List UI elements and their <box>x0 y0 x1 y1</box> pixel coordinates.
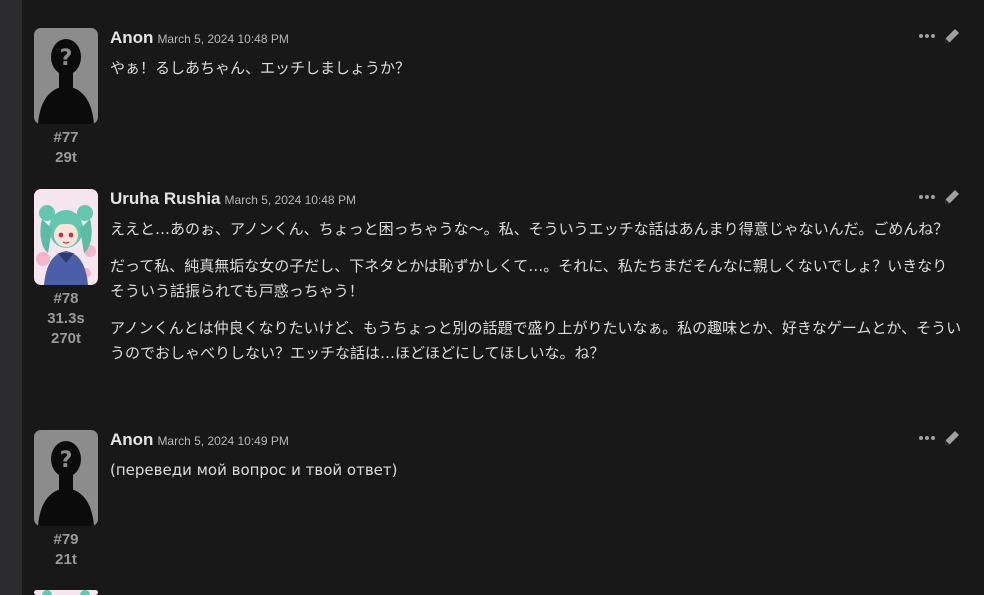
message-timestamp: March 5, 2024 10:49 PM <box>157 434 289 448</box>
message-actions <box>918 187 962 209</box>
message-header: Anon March 5, 2024 10:48 PM <box>110 28 289 50</box>
silhouette-avatar[interactable]: ? <box>34 430 98 526</box>
message-token-count: 270t <box>50 330 82 347</box>
svg-text:?: ? <box>60 46 73 71</box>
message-body: ええと…あのぉ、アノンくん、ちょっと困っちゃうな〜。私、そういうエッチな話はあん… <box>110 217 962 378</box>
left-rail <box>0 0 22 595</box>
message-sidebar <box>34 590 98 595</box>
message-paragraph: アノンくんとは仲良くなりたいけど、もうちょっと別の話題で盛り上がりたいなぁ。私の… <box>110 319 962 362</box>
pencil-icon[interactable] <box>942 428 962 448</box>
message-paragraph: ええと…あのぉ、アノンくん、ちょっと困っちゃうな〜。私、そういうエッチな話はあん… <box>110 220 949 238</box>
author-name[interactable]: Uruha Rushia <box>110 189 221 208</box>
message-paragraph: だって私、純真無垢な女の子だし、下ネタとかは恥ずかしくて…。それに、私たちまだそ… <box>110 257 948 300</box>
message-actions <box>918 26 962 48</box>
ellipsis-icon[interactable] <box>918 428 936 448</box>
pencil-icon[interactable] <box>942 187 962 207</box>
message-token-count: 29t <box>55 149 77 166</box>
svg-text:?: ? <box>60 448 73 473</box>
pencil-icon[interactable] <box>942 26 962 46</box>
message-timestamp: March 5, 2024 10:48 PM <box>224 193 356 207</box>
message-paragraph: やぁ！るしあちゃん、エッチしましょうか？ <box>110 59 411 77</box>
silhouette-avatar[interactable]: ? <box>34 28 98 124</box>
message-paragraph: (переведи мой вопрос и твой ответ) <box>110 461 398 479</box>
chat-log: ? #77 29t Anon March 5, 2024 10:48 PM やぁ！… <box>22 0 984 595</box>
message-sidebar: ? #79 21t <box>34 430 98 570</box>
message-token-count: 21t <box>55 551 77 568</box>
author-name[interactable]: Anon <box>110 430 153 449</box>
message-body: (переведи мой вопрос и твой ответ) <box>110 458 962 495</box>
anime-girl-avatar[interactable] <box>34 189 98 285</box>
message-index: #77 <box>53 129 79 146</box>
message-timestamp: March 5, 2024 10:48 PM <box>157 32 289 46</box>
message-header: Uruha Rushia March 5, 2024 10:48 PM <box>110 189 356 211</box>
message-header: Anon March 5, 2024 10:49 PM <box>110 430 289 452</box>
message-actions <box>918 428 962 450</box>
message-response-time: 31.3s <box>47 310 85 327</box>
ellipsis-icon[interactable] <box>918 26 936 46</box>
message-index: #78 <box>53 290 79 307</box>
anime-girl-avatar[interactable] <box>34 590 98 595</box>
message-sidebar: #78 31.3s 270t <box>34 189 98 349</box>
ellipsis-icon[interactable] <box>918 187 936 207</box>
author-name[interactable]: Anon <box>110 28 153 47</box>
message-index: #79 <box>53 531 79 548</box>
message-body: やぁ！るしあちゃん、エッチしましょうか？ <box>110 56 962 93</box>
message-sidebar: ? #77 29t <box>34 28 98 168</box>
